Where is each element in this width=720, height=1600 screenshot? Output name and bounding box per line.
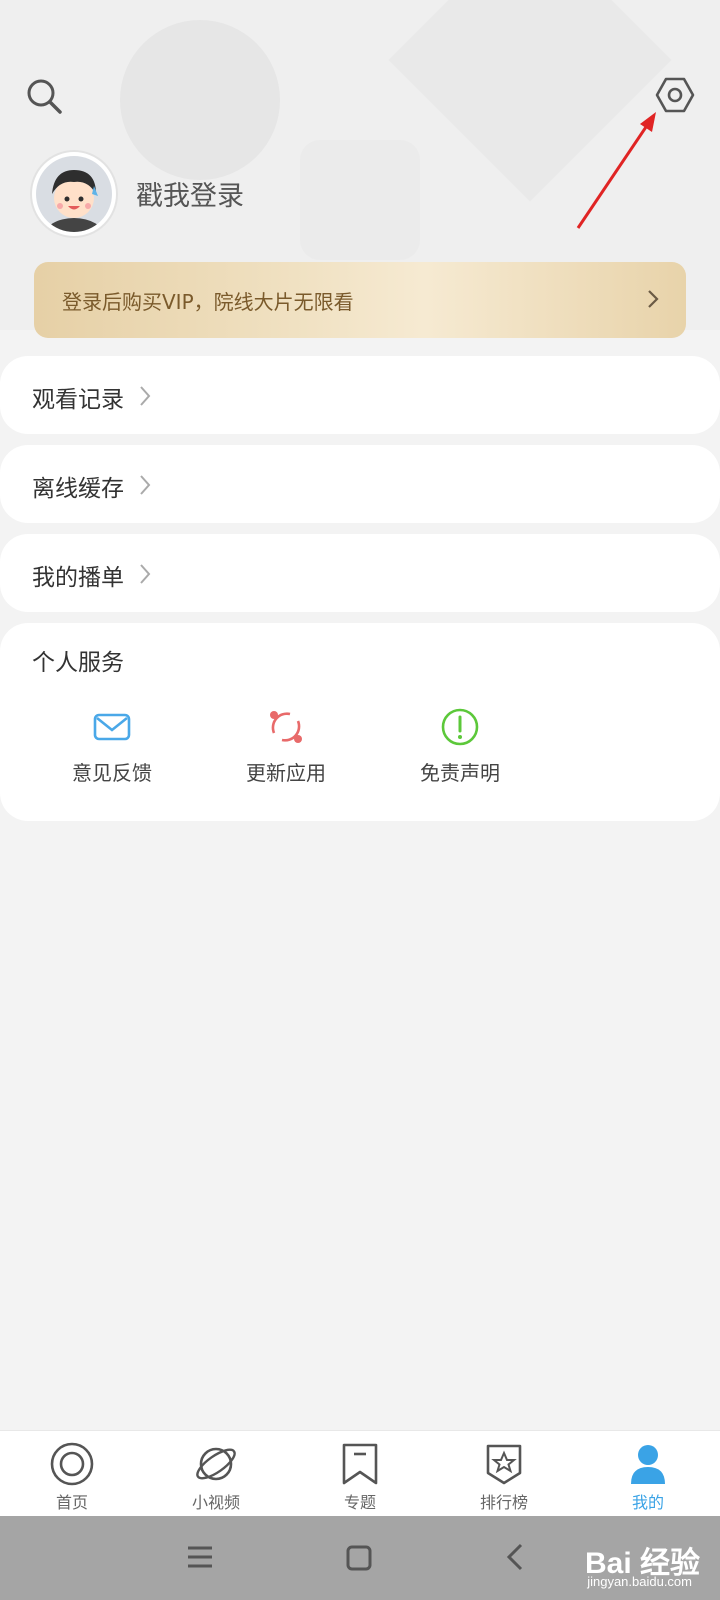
bottom-nav: 首页 小视频 专题 排行榜 我的 bbox=[0, 1430, 720, 1516]
nav-home-label: 首页 bbox=[55, 1493, 88, 1512]
planet-icon bbox=[196, 1447, 236, 1481]
nav-topics-label: 专题 bbox=[343, 1493, 376, 1512]
login-prompt[interactable]: 戳我登录 bbox=[136, 174, 244, 213]
nav-home[interactable]: 首页 bbox=[0, 1431, 144, 1517]
menu-icon[interactable] bbox=[186, 1544, 214, 1570]
home-circle-icon bbox=[50, 1442, 94, 1486]
chevron-right-icon bbox=[648, 290, 659, 308]
offline-cache-label: 离线缓存 bbox=[32, 476, 124, 502]
person-icon bbox=[631, 1445, 665, 1484]
watermark-url: jingyan.baidu.com bbox=[587, 1574, 692, 1589]
watch-history-label: 观看记录 bbox=[32, 387, 124, 413]
star-badge-icon bbox=[486, 1444, 522, 1485]
bg-decor-square bbox=[300, 140, 420, 260]
bookmark-icon bbox=[342, 1443, 378, 1485]
feedback-label: 意见反馈 bbox=[72, 761, 152, 785]
nav-mine[interactable]: 我的 bbox=[576, 1431, 720, 1517]
home-square-icon[interactable] bbox=[345, 1544, 373, 1572]
bg-decor-circle bbox=[120, 20, 280, 180]
gear-icon bbox=[655, 77, 695, 113]
search-icon bbox=[27, 79, 62, 114]
nav-topics[interactable]: 专题 bbox=[288, 1431, 432, 1517]
my-playlist-row[interactable]: 我的播单 bbox=[0, 534, 720, 612]
update-app-button[interactable]: 更新应用 bbox=[221, 707, 351, 786]
my-playlist-label: 我的播单 bbox=[32, 565, 124, 591]
watch-history-row[interactable]: 观看记录 bbox=[0, 356, 720, 434]
feedback-button[interactable]: 意见反馈 bbox=[47, 707, 177, 786]
disclaimer-button[interactable]: 免责声明 bbox=[395, 707, 525, 786]
avatar[interactable] bbox=[32, 152, 116, 236]
nav-mine-label: 我的 bbox=[631, 1493, 664, 1512]
search-button[interactable] bbox=[22, 74, 66, 118]
personal-services-title: 个人服务 bbox=[32, 650, 124, 676]
nav-rankings[interactable]: 排行榜 bbox=[432, 1431, 576, 1517]
annotation-arrow bbox=[576, 112, 656, 229]
nav-short-video-label: 小视频 bbox=[191, 1493, 240, 1512]
cartoon-avatar-icon bbox=[36, 156, 112, 232]
chevron-right-icon bbox=[140, 564, 151, 584]
disclaimer-label: 免责声明 bbox=[420, 761, 500, 785]
vip-banner-text: 登录后购买VIP，院线大片无限看 bbox=[62, 289, 354, 314]
offline-cache-row[interactable]: 离线缓存 bbox=[0, 445, 720, 523]
vip-banner[interactable]: 登录后购买VIP，院线大片无限看 bbox=[34, 262, 686, 338]
chevron-right-icon bbox=[140, 386, 151, 406]
personal-services-card: 个人服务 意见反馈 更新应用 免责声明 bbox=[0, 623, 720, 821]
chevron-right-icon bbox=[140, 475, 151, 495]
envelope-icon bbox=[93, 713, 131, 741]
exclamation-icon bbox=[441, 708, 479, 746]
nav-rankings-label: 排行榜 bbox=[479, 1493, 528, 1512]
update-app-label: 更新应用 bbox=[246, 761, 326, 785]
refresh-icon bbox=[270, 711, 302, 743]
back-icon[interactable] bbox=[505, 1542, 525, 1572]
nav-short-video[interactable]: 小视频 bbox=[144, 1431, 288, 1517]
